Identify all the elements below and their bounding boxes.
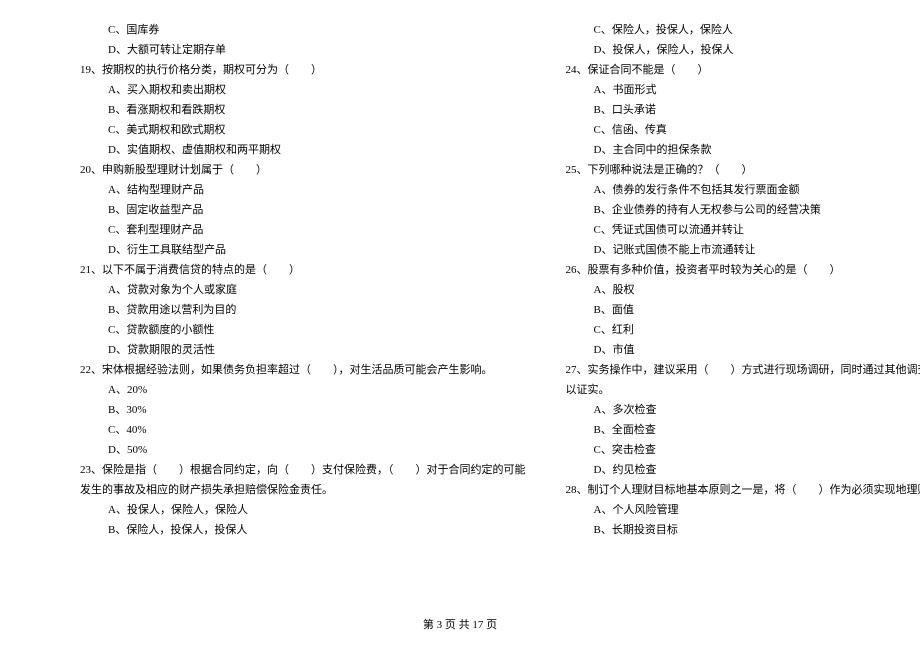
option-line: D、主合同中的担保条款: [566, 140, 920, 160]
left-column: C、国库券D、大额可转让定期存单19、按期权的执行价格分类，期权可分为（ ）A、…: [80, 20, 546, 580]
option-line: C、凭证式国债可以流通并转让: [566, 220, 920, 240]
option-line: B、看涨期权和看跌期权: [80, 100, 526, 120]
option-line: C、40%: [80, 420, 526, 440]
option-line: D、衍生工具联结型产品: [80, 240, 526, 260]
option-line: C、保险人，投保人，保险人: [566, 20, 920, 40]
right-column: C、保险人，投保人，保险人D、投保人，保险人，投保人24、保证合同不能是（ ）A…: [546, 20, 920, 580]
option-line: B、长期投资目标: [566, 520, 920, 540]
option-line: C、贷款额度的小额性: [80, 320, 526, 340]
option-line: B、面值: [566, 300, 920, 320]
question-line: 以证实。: [566, 380, 920, 400]
option-line: B、贷款用途以营利为目的: [80, 300, 526, 320]
option-line: B、企业债券的持有人无权参与公司的经营决策: [566, 200, 920, 220]
option-line: D、约见检查: [566, 460, 920, 480]
option-line: B、固定收益型产品: [80, 200, 526, 220]
option-line: C、突击检查: [566, 440, 920, 460]
option-line: A、结构型理财产品: [80, 180, 526, 200]
option-line: A、投保人，保险人，保险人: [80, 500, 526, 520]
option-line: D、投保人，保险人，投保人: [566, 40, 920, 60]
option-line: C、信函、传真: [566, 120, 920, 140]
question-line: 23、保险是指（ ）根据合同约定，向（ ）支付保险费，（ ）对于合同约定的可能: [80, 460, 526, 480]
option-line: A、股权: [566, 280, 920, 300]
option-line: B、保险人，投保人，投保人: [80, 520, 526, 540]
question-line: 19、按期权的执行价格分类，期权可分为（ ）: [80, 60, 526, 80]
option-line: A、债券的发行条件不包括其发行票面金额: [566, 180, 920, 200]
option-line: A、20%: [80, 380, 526, 400]
option-line: D、贷款期限的灵活性: [80, 340, 526, 360]
question-line: 20、申购新股型理财计划属于（ ）: [80, 160, 526, 180]
option-line: A、书面形式: [566, 80, 920, 100]
option-line: D、实值期权、虚值期权和两平期权: [80, 140, 526, 160]
option-line: D、记账式国债不能上市流通转让: [566, 240, 920, 260]
page-container: C、国库券D、大额可转让定期存单19、按期权的执行价格分类，期权可分为（ ）A、…: [0, 0, 920, 590]
option-line: C、美式期权和欧式期权: [80, 120, 526, 140]
option-line: B、口头承诺: [566, 100, 920, 120]
question-line: 21、以下不属于消费信贷的特点的是（ ）: [80, 260, 526, 280]
option-line: A、买入期权和卖出期权: [80, 80, 526, 100]
option-line: A、贷款对象为个人或家庭: [80, 280, 526, 300]
page-footer: 第 3 页 共 17 页: [0, 616, 920, 632]
option-line: C、套利型理财产品: [80, 220, 526, 240]
option-line: C、红利: [566, 320, 920, 340]
question-line: 27、实务操作中，建议采用（ ）方式进行现场调研，同时通过其他调查方法对考察结果…: [566, 360, 920, 380]
question-line: 25、下列哪种说法是正确的？（ ）: [566, 160, 920, 180]
question-line: 28、制订个人理财目标地基本原则之一是，将（ ）作为必须实现地理财目标。: [566, 480, 920, 500]
option-line: B、全面检查: [566, 420, 920, 440]
question-line: 22、宋体根据经验法则，如果债务负担率超过（ ），对生活品质可能会产生影响。: [80, 360, 526, 380]
question-line: 发生的事故及相应的财产损失承担赔偿保险金责任。: [80, 480, 526, 500]
question-line: 24、保证合同不能是（ ）: [566, 60, 920, 80]
option-line: B、30%: [80, 400, 526, 420]
option-line: D、50%: [80, 440, 526, 460]
question-line: 26、股票有多种价值，投资者平时较为关心的是（ ）: [566, 260, 920, 280]
option-line: D、市值: [566, 340, 920, 360]
option-line: A、个人风险管理: [566, 500, 920, 520]
option-line: D、大额可转让定期存单: [80, 40, 526, 60]
option-line: A、多次检查: [566, 400, 920, 420]
option-line: C、国库券: [80, 20, 526, 40]
